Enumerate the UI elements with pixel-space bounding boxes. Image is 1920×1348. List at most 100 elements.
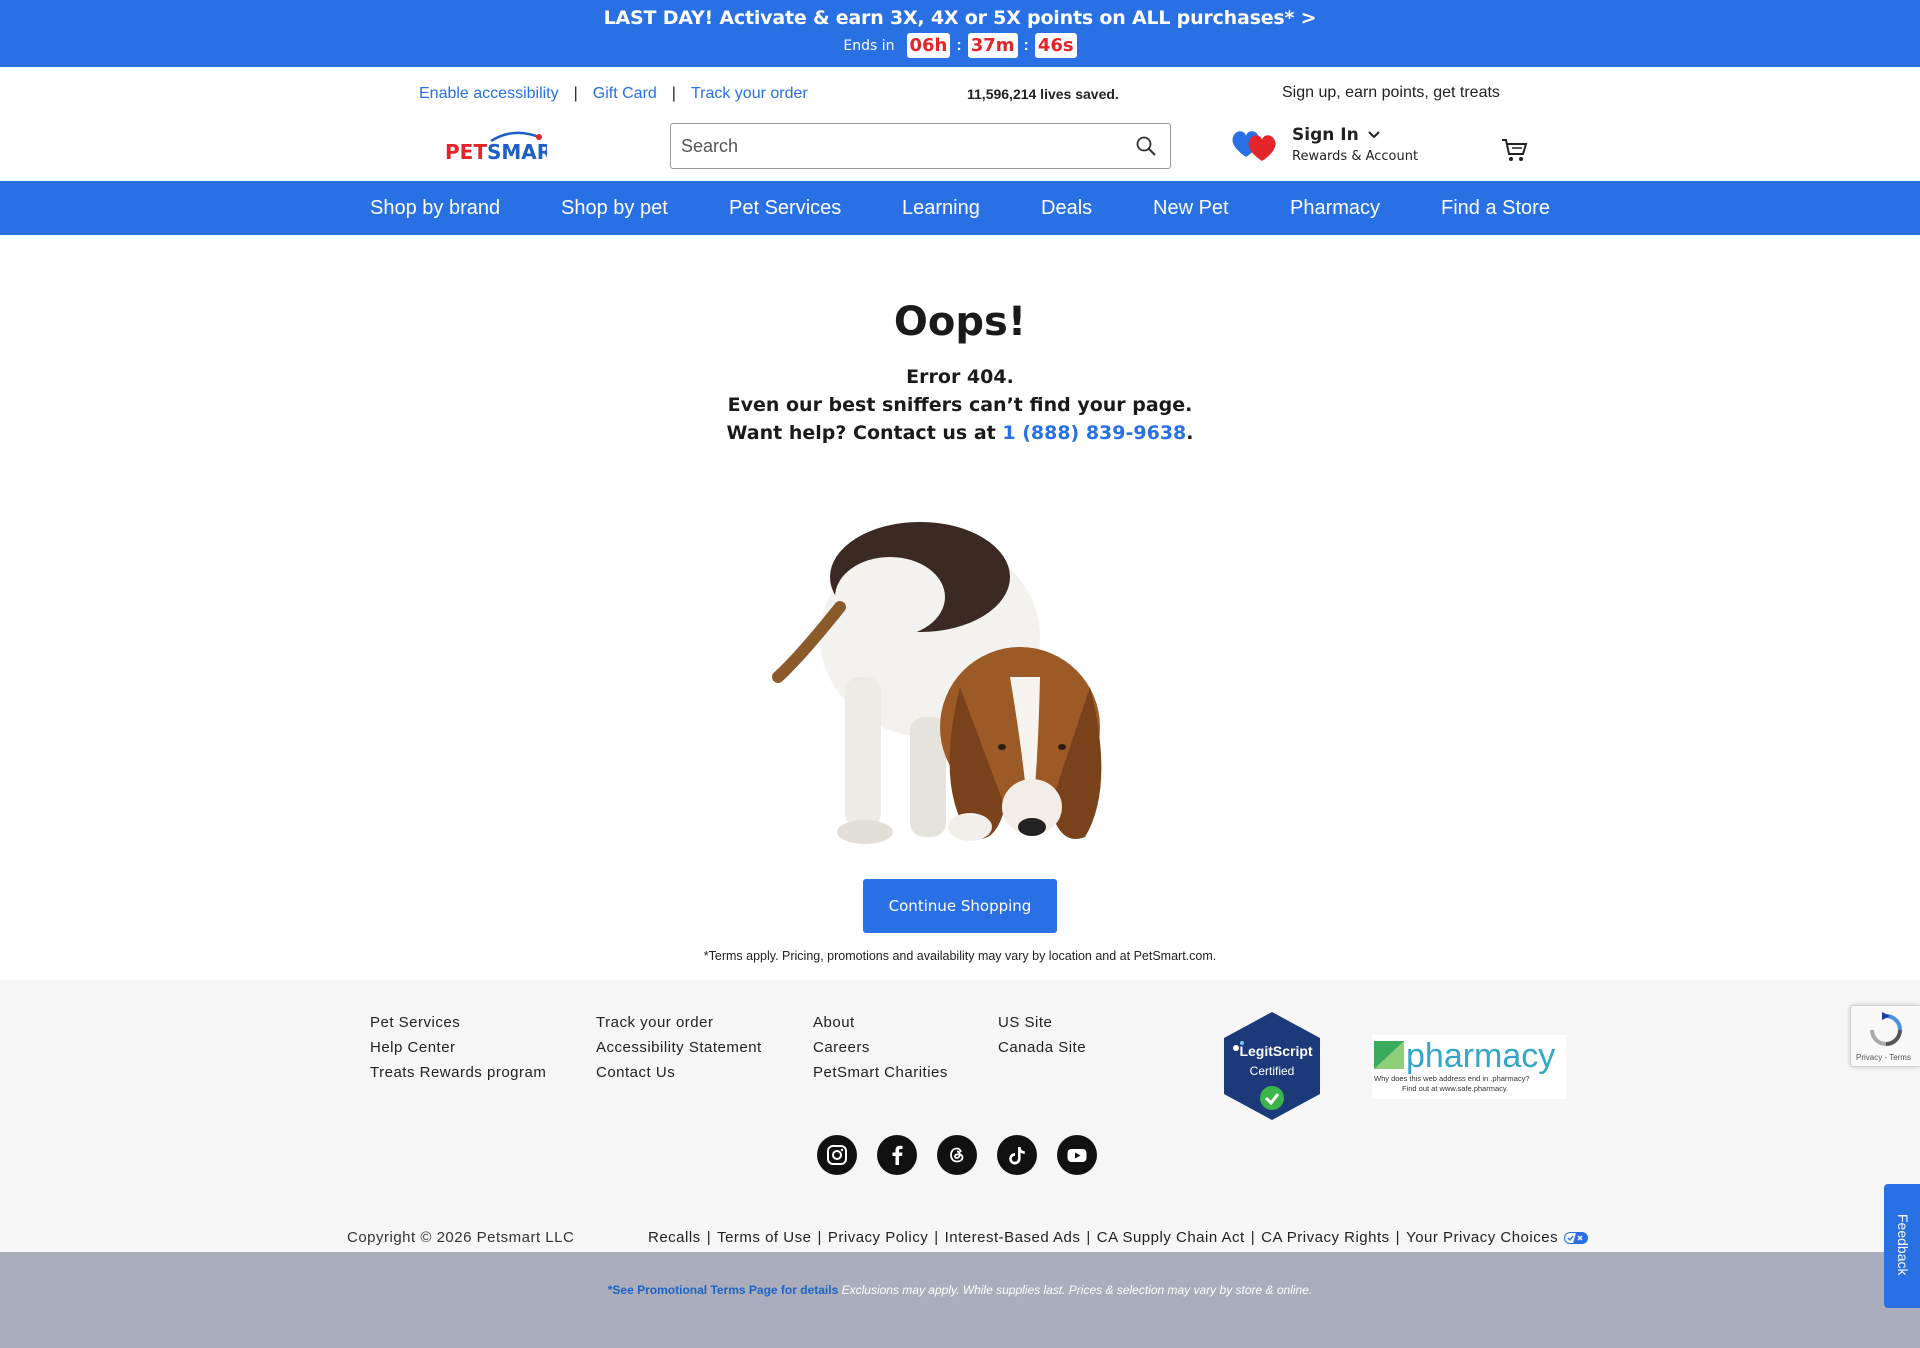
divider: | [934, 1229, 939, 1246]
ends-in-label: Ends in [843, 37, 895, 54]
recaptcha-links[interactable]: Privacy - Terms [1856, 1053, 1911, 1062]
error-code: Error 404. [906, 366, 1014, 388]
legal-link-privacy-choices[interactable]: Your Privacy Choices [1406, 1229, 1558, 1246]
legal-link-recalls[interactable]: Recalls [648, 1229, 701, 1246]
footer-link-accessibility-statement[interactable]: Accessibility Statement [596, 1035, 762, 1060]
divider: | [1086, 1229, 1091, 1246]
svg-text:SMART: SMART [487, 140, 547, 164]
contact-line: Want help? Contact us at 1 (888) 839-963… [0, 419, 1920, 447]
track-order-link[interactable]: Track your order [691, 85, 808, 103]
countdown-timer: Ends in 06h : 37m : 46s [0, 33, 1920, 58]
recaptcha-icon [1870, 1012, 1902, 1046]
footer-link-charities[interactable]: PetSmart Charities [813, 1060, 948, 1085]
legal-link-privacy-policy[interactable]: Privacy Policy [828, 1229, 928, 1246]
divider: | [817, 1229, 822, 1246]
main-nav: Shop by brand Shop by pet Pet Services L… [0, 181, 1920, 235]
sign-in-label[interactable]: Sign In [1292, 125, 1359, 145]
enable-accessibility-link[interactable]: Enable accessibility [419, 85, 559, 103]
divider: | [573, 85, 578, 102]
terms-note: *Terms apply. Pricing, promotions and av… [703, 949, 1217, 963]
nav-find-a-store[interactable]: Find a Store [1441, 197, 1550, 220]
site-footer: Pet Services Help Center Treats Rewards … [0, 980, 1920, 1252]
youtube-icon[interactable] [1057, 1135, 1097, 1175]
promo-headline[interactable]: LAST DAY! Activate & earn 3X, 4X or 5X p… [0, 7, 1920, 29]
search-bar [670, 123, 1171, 169]
feedback-tab[interactable]: Feedback [1884, 1184, 1920, 1308]
utility-bar: Enable accessibility | Gift Card | Track… [0, 67, 1920, 119]
phone-link[interactable]: 1 (888) 839-9638 [1002, 422, 1186, 444]
copyright: Copyright © 2026 Petsmart LLC [347, 1229, 575, 1246]
divider: | [1395, 1229, 1401, 1246]
legitscript-certified: Certified [1250, 1064, 1295, 1078]
error-description: Even our best sniffers can’t find your p… [727, 394, 1193, 416]
promo-terms-text: Exclusions may apply. While supplies las… [838, 1283, 1313, 1297]
chevron-down-icon[interactable] [1367, 130, 1381, 140]
nav-shop-by-pet[interactable]: Shop by pet [561, 197, 668, 220]
lives-saved-counter: 11,596,214 lives saved. [967, 86, 1119, 102]
legitscript-badge[interactable]: LegitScript Certified [1220, 1010, 1324, 1122]
footer-link-about[interactable]: About [813, 1010, 948, 1035]
legal-link-terms-of-use[interactable]: Terms of Use [717, 1229, 811, 1246]
page-title: Oops! [893, 299, 1027, 345]
safe-pharmacy-badge[interactable]: pharmacy Why does this web address end i… [1372, 1035, 1566, 1099]
error-message: Error 404. Even our best sniffers can’t … [0, 363, 1920, 447]
legal-links: Recalls | Terms of Use | Privacy Policy … [648, 1229, 1589, 1246]
contact-prefix: Want help? Contact us at [726, 422, 1003, 444]
footer-column: Pet Services Help Center Treats Rewards … [370, 1010, 546, 1085]
footer-link-pet-services[interactable]: Pet Services [370, 1010, 546, 1035]
nav-new-pet[interactable]: New Pet [1153, 197, 1229, 220]
timer-seconds: 46s [1034, 33, 1077, 58]
hearts-icon [1232, 131, 1276, 161]
legitscript-title: LegitScript [1239, 1043, 1312, 1059]
nav-pet-services[interactable]: Pet Services [729, 197, 841, 220]
basset-hound-image [772, 522, 1102, 844]
timer-hours: 06h [906, 33, 951, 58]
divider: | [706, 1229, 712, 1246]
footer-link-contact-us[interactable]: Contact Us [596, 1060, 762, 1085]
footer-column: About Careers PetSmart Charities [813, 1010, 948, 1085]
footer-column: Track your order Accessibility Statement… [596, 1010, 762, 1085]
footer-link-careers[interactable]: Careers [813, 1035, 948, 1060]
nav-deals[interactable]: Deals [1041, 197, 1092, 220]
pharmacy-word: pharmacy [1406, 1037, 1555, 1075]
footer-column: US Site Canada Site [998, 1010, 1086, 1060]
timer-minutes: 37m [967, 33, 1018, 58]
promo-banner[interactable]: LAST DAY! Activate & earn 3X, 4X or 5X p… [0, 0, 1920, 67]
footer-link-track-order[interactable]: Track your order [596, 1010, 762, 1035]
signup-link[interactable]: Sign up, earn points, get treats [1282, 84, 1500, 102]
social-links [817, 1135, 1097, 1175]
timer-separator: : [1023, 36, 1029, 54]
cart-icon[interactable] [1500, 136, 1528, 164]
threads-icon[interactable] [937, 1135, 977, 1175]
nav-pharmacy[interactable]: Pharmacy [1290, 197, 1380, 220]
legal-link-interest-based-ads[interactable]: Interest-Based Ads [945, 1229, 1081, 1246]
footer-link-treats-rewards[interactable]: Treats Rewards program [370, 1060, 546, 1085]
nav-shop-by-brand[interactable]: Shop by brand [370, 197, 500, 220]
legal-link-ca-supply-chain[interactable]: CA Supply Chain Act [1097, 1229, 1245, 1246]
recaptcha-badge[interactable]: Privacy - Terms [1850, 1005, 1920, 1067]
footer-link-canada-site[interactable]: Canada Site [998, 1035, 1086, 1060]
search-input[interactable] [671, 135, 1134, 157]
pharmacy-findout: Find out at www.safe.pharmacy. [1402, 1084, 1508, 1093]
divider: | [1250, 1229, 1256, 1246]
footer-link-help-center[interactable]: Help Center [370, 1035, 546, 1060]
nav-learning[interactable]: Learning [902, 197, 980, 220]
search-icon[interactable] [1134, 134, 1158, 158]
timer-separator: : [956, 36, 962, 54]
sign-in-menu[interactable]: Sign In Rewards & Account [1292, 125, 1418, 164]
utility-links: Enable accessibility | Gift Card | Track… [419, 85, 808, 103]
instagram-icon[interactable] [817, 1135, 857, 1175]
facebook-icon[interactable] [877, 1135, 917, 1175]
gift-card-link[interactable]: Gift Card [593, 85, 657, 103]
footer-link-us-site[interactable]: US Site [998, 1010, 1086, 1035]
petsmart-logo[interactable]: PET SMART [443, 129, 565, 169]
promo-terms-link[interactable]: *See Promotional Terms Page for details [608, 1283, 839, 1297]
feedback-label: Feedback [1895, 1214, 1911, 1276]
tiktok-icon[interactable] [997, 1135, 1037, 1175]
rewards-account-label[interactable]: Rewards & Account [1292, 149, 1418, 164]
continue-shopping-button[interactable]: Continue Shopping [863, 879, 1057, 933]
legal-link-ca-privacy-rights[interactable]: CA Privacy Rights [1261, 1229, 1390, 1246]
promo-terms-strip: *See Promotional Terms Page for details … [0, 1252, 1920, 1348]
privacy-choices-icon[interactable] [1564, 1231, 1589, 1244]
contact-suffix: . [1186, 422, 1194, 444]
